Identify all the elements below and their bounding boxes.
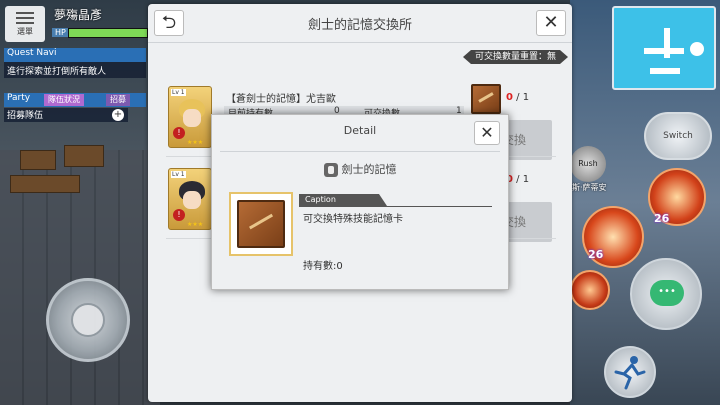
quest-navi-header[interactable]: Quest Navi — [4, 48, 146, 62]
hp-bar — [68, 28, 148, 38]
memory-book-icon — [229, 192, 293, 256]
chat-bubble-icon: ••• — [650, 280, 684, 306]
warning-icon: ! — [173, 127, 185, 139]
character-name: 【蒼劍士的記憶】尤吉歐 — [226, 94, 336, 105]
close-button[interactable]: ✕ — [536, 10, 566, 36]
market-crate — [10, 175, 80, 193]
caption-text: 可交換特殊技能記憶卡 — [303, 214, 403, 225]
detail-title: Detail — [343, 124, 377, 137]
character-portrait[interactable]: Lv 1 ! ★★★ — [168, 168, 212, 230]
caption-underline — [299, 206, 492, 207]
map-path — [650, 68, 680, 74]
level-label: Lv 1 — [171, 171, 186, 178]
hp-label: HP — [52, 28, 69, 37]
detail-close-button[interactable]: ✕ — [474, 121, 500, 145]
reset-badge: 可交換數量重置：無 — [463, 50, 568, 64]
rarity-stars: ★★★ — [187, 221, 204, 228]
quest-text: 進行探索並打倒所有敵人 — [4, 62, 146, 78]
virtual-joystick[interactable] — [46, 278, 130, 362]
divider — [220, 151, 500, 152]
player-name: 夢殤晶彥 — [54, 8, 103, 22]
hamburger-icon — [16, 11, 34, 24]
switch-button[interactable]: Switch — [644, 112, 712, 160]
count-total: / 1 — [516, 92, 530, 103]
party-tab-recruit[interactable]: 招募 — [106, 94, 130, 106]
count-have: 0 — [506, 92, 513, 103]
item-count: 0 / 1 — [506, 174, 529, 185]
bag-icon — [323, 163, 338, 177]
count-total: / 1 — [516, 174, 530, 185]
add-party-button[interactable]: + — [112, 109, 124, 121]
memory-book-icon — [471, 84, 501, 114]
skill-cooldown-2: 26 — [588, 248, 604, 261]
caption-label: Caption — [299, 194, 387, 206]
market-crate — [20, 150, 56, 170]
party-recruit-row[interactable]: 招募隊伍 — [4, 108, 128, 122]
level-label: Lv 1 — [171, 89, 186, 96]
item-count: 0 / 1 — [506, 92, 529, 103]
market-crate — [64, 145, 104, 167]
rush-skill-button[interactable]: Rush — [570, 146, 606, 182]
map-path — [664, 28, 670, 58]
dash-runner-icon — [614, 356, 646, 390]
rush-sub-label: 斯·萨蒂安 — [572, 183, 607, 192]
map-marker-icon — [690, 42, 704, 56]
detail-modal: Detail ✕ 劍士的記憶 Caption 可交換特殊技能記憶卡 持有數:0 — [211, 114, 509, 290]
portrait-face — [183, 109, 201, 127]
party-tab-status[interactable]: 隊伍狀況 — [44, 94, 84, 106]
divider — [148, 42, 572, 43]
owned-count: 持有數:0 — [303, 261, 343, 272]
menu-button[interactable]: 選單 — [5, 6, 45, 42]
dash-button[interactable] — [604, 346, 656, 398]
skill-button-3[interactable] — [570, 270, 610, 310]
warning-icon: ! — [173, 209, 185, 221]
skill-cooldown-1: 26 — [654, 212, 670, 225]
detail-subtitle-text: 劍士的記憶 — [341, 163, 397, 176]
menu-label: 選單 — [17, 26, 33, 36]
chat-button[interactable]: ••• — [630, 258, 702, 330]
joystick-knob[interactable] — [71, 303, 105, 337]
panel-title: 劍士的記憶交換所 — [307, 18, 412, 33]
portrait-face — [183, 191, 201, 209]
minimap[interactable] — [612, 6, 716, 90]
rarity-stars: ★★★ — [187, 139, 204, 146]
hp-fill — [69, 29, 147, 37]
detail-subtitle: 劍士的記憶 — [212, 161, 508, 177]
character-portrait[interactable]: Lv 1 ! ★★★ — [168, 86, 212, 148]
